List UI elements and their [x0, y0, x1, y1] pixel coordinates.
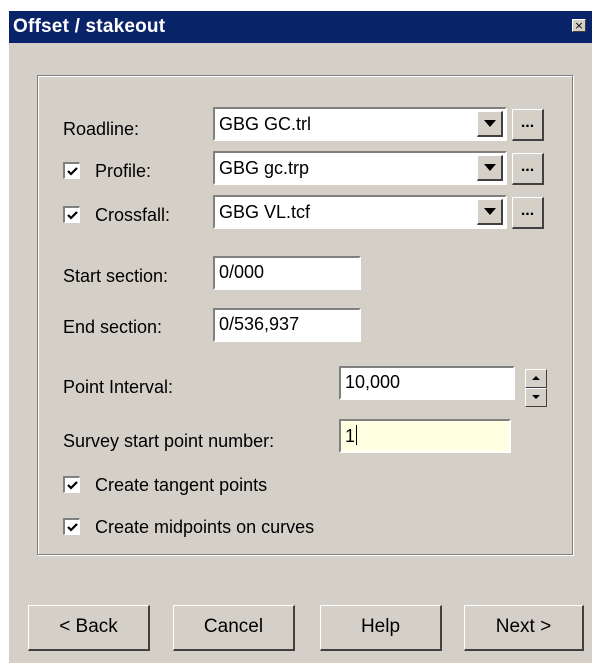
roadline-browse-button[interactable]: ... — [512, 109, 544, 141]
roadline-label: Roadline: — [63, 119, 140, 139]
midpoints-label: Create midpoints on curves — [95, 517, 315, 537]
checkmark-icon — [67, 481, 78, 490]
start-section-input[interactable]: 0/000 — [213, 256, 361, 290]
start-section-label: Start section: — [63, 266, 169, 286]
cancel-button[interactable]: Cancel — [173, 605, 295, 651]
midpoints-checkbox[interactable] — [63, 518, 80, 535]
close-button[interactable]: × — [572, 19, 586, 32]
spin-up-icon[interactable] — [525, 369, 547, 388]
back-button[interactable]: < Back — [28, 605, 150, 651]
crossfall-value: GBG VL.tcf — [219, 202, 311, 222]
profile-label: Profile: — [95, 161, 152, 181]
crossfall-combo[interactable]: GBG VL.tcf — [213, 195, 507, 229]
crossfall-browse-button[interactable]: ... — [512, 197, 544, 229]
point-interval-input[interactable]: 10,000 — [339, 366, 515, 400]
point-interval-label: Point Interval: — [63, 377, 174, 397]
tangent-points-checkbox[interactable] — [63, 476, 80, 493]
profile-combo[interactable]: GBG gc.trp — [213, 151, 507, 185]
next-button[interactable]: Next > — [464, 605, 584, 651]
crossfall-dropdown-icon[interactable] — [477, 199, 503, 225]
tangent-points-label: Create tangent points — [95, 475, 268, 495]
survey-start-label: Survey start point number: — [63, 431, 275, 451]
survey-start-value: 1 — [345, 426, 356, 446]
roadline-dropdown-icon[interactable] — [477, 111, 503, 137]
survey-start-input[interactable]: 1 — [339, 419, 511, 453]
profile-value: GBG gc.trp — [219, 158, 310, 178]
crossfall-checkbox[interactable] — [63, 206, 80, 223]
profile-dropdown-icon[interactable] — [477, 155, 503, 181]
spin-down-icon[interactable] — [525, 388, 547, 407]
checkmark-icon — [67, 167, 78, 176]
dialog-window: Offset / stakeout × Roadline: GBG GC.trl… — [8, 10, 592, 663]
point-interval-spinner[interactable] — [525, 369, 547, 407]
roadline-combo[interactable]: GBG GC.trl — [213, 107, 507, 141]
title-bar: Offset / stakeout × — [9, 11, 592, 43]
checkmark-icon — [67, 211, 78, 220]
crossfall-label: Crossfall: — [95, 205, 171, 225]
dialog-title: Offset / stakeout — [13, 16, 166, 37]
roadline-value: GBG GC.trl — [219, 114, 312, 134]
end-section-input[interactable]: 0/536,937 — [213, 308, 361, 342]
profile-browse-button[interactable]: ... — [512, 153, 544, 185]
text-caret — [356, 425, 358, 445]
end-section-label: End section: — [63, 317, 163, 337]
profile-checkbox[interactable] — [63, 162, 80, 179]
checkmark-icon — [67, 523, 78, 532]
help-button[interactable]: Help — [320, 605, 442, 651]
close-icon: × — [574, 19, 584, 32]
